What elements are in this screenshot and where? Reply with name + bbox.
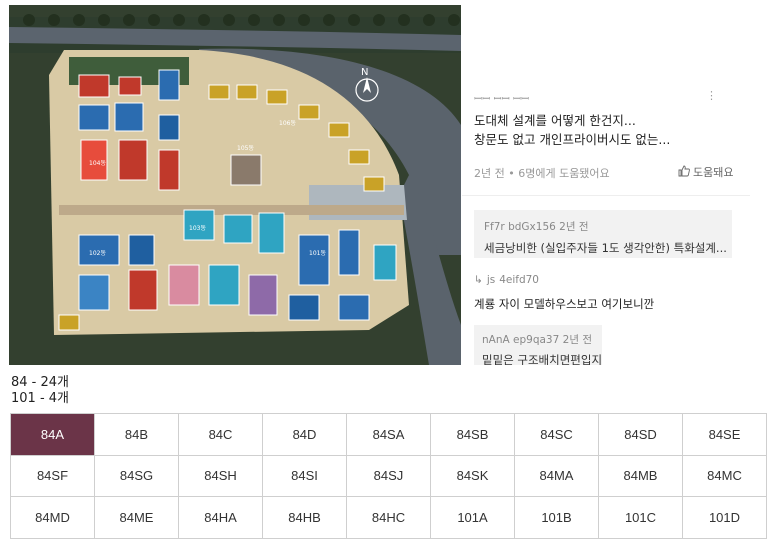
count-101: 101 - 4개 [11,391,69,406]
reply-time: 2년 전 [562,334,592,346]
reply-text: 세금낭비한 (실입주자들 1도 생각안한) 특화설계... [484,241,727,255]
unit-type-84hb[interactable]: 84HB [263,497,347,539]
unit-type-84mb[interactable]: 84MB [599,455,683,498]
reply-author-id: bdGx156 [508,221,556,233]
unit-counts: 84 - 24개 101 - 4개 [11,375,69,407]
thumbs-up-icon [678,165,690,180]
comment-text-line-1: 도대체 설계를 어떻게 한건지... [474,113,636,128]
reply-author-id: ep9qa37 [513,334,560,346]
unit-type-84sj[interactable]: 84SJ [347,455,431,498]
unit-type-101b[interactable]: 101B [515,497,599,539]
comment-text: 계룡 자이 모델하우스보고 여기보니깐 [474,297,655,311]
comment-author: ꟷꟷ ꟷꟷ ꟷꟷ [474,94,530,105]
unit-type-84sd[interactable]: 84SD [599,414,683,456]
site-label-103: 103동 [189,225,206,232]
unit-type-84sf[interactable]: 84SF [11,455,95,498]
unit-type-84b[interactable]: 84B [95,414,179,456]
reply-item: nAnA ep9qa37 2년 전 밑밑은 구조배치면편입지에 [474,325,602,365]
reply-author: Ff7r [484,221,505,233]
reply-time: 2년 전 [559,221,589,233]
unit-type-84hc[interactable]: 84HC [347,497,431,539]
reply-item: Ff7r bdGx156 2년 전 세금낭비한 (실입주자들 1도 생각안한) … [474,210,732,258]
site-plan-image: 106동 105동 104동 103동 101동 102동 N [9,5,461,365]
unit-type-84sk[interactable]: 84SK [431,455,515,498]
divider [462,195,750,196]
unit-type-101d[interactable]: 101D [683,497,767,539]
unit-type-101c[interactable]: 101C [599,497,683,539]
unit-type-84md[interactable]: 84MD [11,497,95,539]
unit-type-84se[interactable]: 84SE [683,414,767,456]
north-label: N [361,67,368,78]
unit-type-84me[interactable]: 84ME [95,497,179,539]
unit-type-84mc[interactable]: 84MC [683,455,767,498]
comment-meta: ↳ js 4eifd70 [474,274,539,286]
site-plan-drawing: 106동 105동 104동 103동 101동 102동 N [9,5,461,365]
comments-panel: ꟷꟷ ꟷꟷ ꟷꟷ ⋮ 도대체 설계를 어떻게 한건지... 창문도 없고 개인프… [462,5,750,365]
comment-author: js [486,274,496,286]
more-options-icon[interactable]: ⋮ [706,89,717,102]
unit-type-84c[interactable]: 84C [179,414,263,456]
unit-type-101a[interactable]: 101A [431,497,515,539]
count-84: 84 - 24개 [11,375,69,390]
unit-type-84d[interactable]: 84D [263,414,347,456]
unit-type-84sb[interactable]: 84SB [431,414,515,456]
comment-text: 도대체 설계를 어떻게 한건지... 창문도 없고 개인프라이버시도 없는... [474,111,744,149]
unit-type-84a[interactable]: 84A [11,414,95,456]
comment-text-line-2: 창문도 없고 개인프라이버시도 없는... [474,132,671,147]
site-label-105: 105동 [237,145,254,152]
reply-arrow-icon: ↳ [474,274,483,286]
reply-text: 밑밑은 구조배치면편입지에 [482,353,602,365]
unit-type-84si[interactable]: 84SI [263,455,347,498]
site-label-101: 101동 [309,250,326,257]
reply-meta: nAnA ep9qa37 2년 전 [482,332,592,347]
helpful-button[interactable]: 도움돼요 [678,164,733,180]
unit-type-84ma[interactable]: 84MA [515,455,599,498]
comment-author-id: 4eifd70 [499,274,539,286]
site-label-102: 102동 [89,250,106,257]
helpful-label: 도움돼요 [693,166,734,179]
unit-type-84sg[interactable]: 84SG [95,455,179,498]
site-label-104: 104동 [89,160,106,167]
unit-type-84sa[interactable]: 84SA [347,414,431,456]
unit-type-grid: 84A 84B 84C 84D 84SA 84SB 84SC 84SD 84SE 84SF 84SG… [10,413,767,539]
unit-type-84ha[interactable]: 84HA [179,497,263,539]
unit-type-84sh[interactable]: 84SH [179,455,263,498]
reply-meta: Ff7r bdGx156 2년 전 [484,219,589,234]
unit-type-84sc[interactable]: 84SC [515,414,599,456]
comment-meta: 2년 전 • 6명에게 도움됐어요 [474,167,610,180]
site-label-106: 106동 [279,120,296,127]
reply-author: nAnA [482,334,510,346]
